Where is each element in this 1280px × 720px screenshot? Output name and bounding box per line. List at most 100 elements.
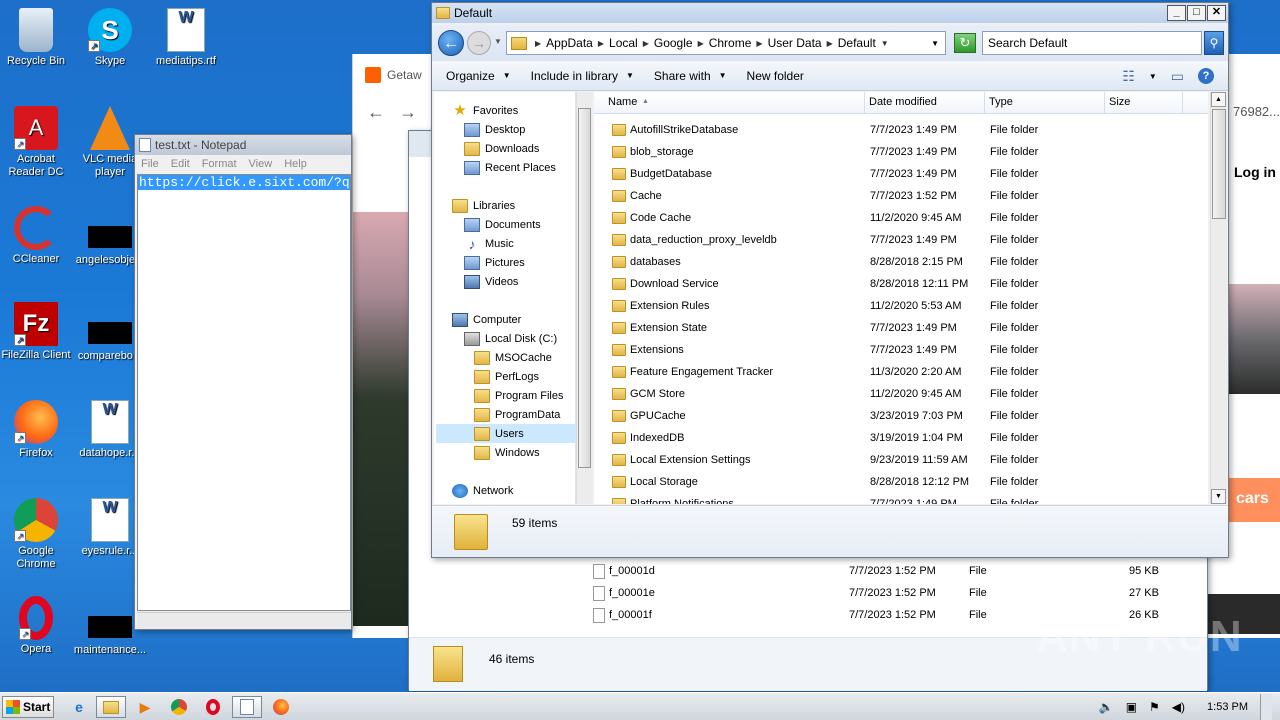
nav-msocache[interactable]: MSOCache [474, 348, 552, 367]
nav-downloads[interactable]: Downloads [464, 139, 539, 158]
speaker-icon[interactable]: 🔈 [1099, 700, 1114, 714]
breadcrumb-user-data[interactable]: User Data [768, 36, 822, 50]
menu-format[interactable]: Format [202, 158, 237, 170]
nav-users[interactable]: Users [436, 424, 575, 443]
firefox-icon[interactable] [266, 696, 296, 718]
search-icon[interactable]: ⚲ [1204, 31, 1224, 55]
login-link[interactable]: Log in [1234, 164, 1276, 180]
new-folder-button[interactable]: New folder [747, 69, 804, 83]
media-player-icon[interactable]: ▶ [130, 696, 160, 718]
folder-row[interactable]: Platform Notifications 7/7/2023 1:49 PM Fi… [594, 494, 1208, 504]
column-type[interactable]: Type [989, 96, 1013, 108]
folder-row[interactable]: Code Cache 11/2/2020 9:45 AM File folder [594, 208, 1208, 230]
browser-nav-buttons[interactable]: ←→ [367, 102, 431, 123]
file-list-scrollbar[interactable]: ▲ ▼ [1210, 92, 1227, 504]
folder-row[interactable]: data_reduction_proxy_leveldb 7/7/2023 1:4… [594, 230, 1208, 252]
desktop-icon-skype[interactable]: S ↗ Skype [72, 8, 148, 68]
start-button[interactable]: Start [2, 696, 54, 718]
ie-icon[interactable]: e [64, 696, 94, 718]
maximize-button[interactable]: □ [1187, 5, 1206, 21]
breadcrumb-chrome[interactable]: Chrome [709, 36, 752, 50]
scroll-thumb[interactable] [1212, 109, 1226, 219]
folder-row[interactable]: databases 8/28/2018 2:15 PM File folder [594, 252, 1208, 274]
nav-libraries[interactable]: Libraries [452, 196, 515, 215]
menu-file[interactable]: File [141, 158, 159, 170]
folder-row[interactable]: GCM Store 11/2/2020 9:45 AM File folder [594, 384, 1208, 406]
folder-row[interactable]: Local Extension Settings 9/23/2019 11:59 … [594, 450, 1208, 472]
navigation-scrollbar[interactable] [576, 92, 592, 504]
desktop-icon-ccleaner[interactable]: CCleaner [0, 206, 74, 266]
action-center-flag-icon[interactable]: ⚑ [1149, 700, 1160, 714]
nav-perflogs[interactable]: PerfLogs [474, 367, 539, 386]
file-list[interactable]: Name ▲ Date modified Type Size AutofillS… [594, 92, 1208, 504]
horizontal-scrollbar[interactable] [137, 612, 351, 629]
file-row[interactable]: f_00001e 7/7/2023 1:52 PM File 27 KB [593, 582, 1193, 604]
refresh-button[interactable]: ↻ [954, 33, 976, 53]
folder-row[interactable]: Local Storage 8/28/2018 12:12 PM File fold… [594, 472, 1208, 494]
scroll-thumb[interactable] [578, 108, 591, 468]
column-name[interactable]: Name [608, 96, 637, 108]
browser-url-tail[interactable]: 76982... [1233, 104, 1280, 119]
nav-computer[interactable]: Computer [452, 310, 521, 329]
desktop-icon-filezilla[interactable]: Fz ↗ FileZilla Client [0, 302, 74, 362]
nav-recent-places[interactable]: Recent Places [464, 158, 556, 177]
desktop-icon-chrome[interactable]: ↗ Google Chrome [0, 498, 74, 571]
desktop-icon-acrobat[interactable]: A ↗ Acrobat Reader DC [0, 106, 74, 179]
folder-row[interactable]: BudgetDatabase 7/7/2023 1:49 PM File folde… [594, 164, 1208, 186]
folder-row[interactable]: Feature Engagement Tracker 11/3/2020 2:20… [594, 362, 1208, 384]
nav-programdata[interactable]: ProgramData [474, 405, 560, 424]
search-input[interactable]: Search Default [982, 31, 1202, 55]
explorer-window[interactable]: Default _ □ ✕ ← → ▼ ▶ AppData ▶ Local ▶ … [431, 2, 1229, 558]
folder-row[interactable]: Extension State 7/7/2023 1:49 PM File fold… [594, 318, 1208, 340]
column-size[interactable]: Size [1109, 96, 1130, 108]
help-icon[interactable]: ? [1198, 68, 1214, 84]
close-button[interactable]: ✕ [1207, 5, 1226, 21]
menu-edit[interactable]: Edit [171, 158, 190, 170]
folder-row[interactable]: AutofillStrikeDatabase 7/7/2023 1:49 PM Fi… [594, 120, 1208, 142]
show-desktop-button[interactable] [1260, 694, 1272, 720]
notepad-icon[interactable] [232, 696, 262, 718]
file-row[interactable]: f_00001d 7/7/2023 1:52 PM File 95 KB [593, 560, 1193, 582]
share-with-button[interactable]: Share with ▼ [654, 69, 727, 83]
folder-row[interactable]: Extensions 7/7/2023 1:49 PM File folder [594, 340, 1208, 362]
breadcrumb-google[interactable]: Google [654, 36, 693, 50]
desktop-icon-opera[interactable]: ↗ Opera [0, 596, 74, 656]
folder-row[interactable]: GPUCache 3/23/2019 7:03 PM File folder [594, 406, 1208, 428]
folder-row[interactable]: Cache 7/7/2023 1:52 PM File folder [594, 186, 1208, 208]
navigation-pane[interactable]: ★ Favorites Desktop Downloads Recent Plac… [434, 92, 576, 504]
chrome-icon[interactable] [164, 696, 194, 718]
desktop-icon-recycle-bin[interactable]: Recycle Bin [0, 8, 74, 68]
folder-row[interactable]: IndexedDB 3/19/2019 1:04 PM File folder [594, 428, 1208, 450]
scroll-up-arrow-icon[interactable]: ▲ [1211, 92, 1226, 107]
nav-windows[interactable]: Windows [474, 443, 540, 462]
chevron-down-icon[interactable]: ▼ [1149, 72, 1157, 81]
folder-row[interactable]: Extension Rules 11/2/2020 5:53 AM File fol… [594, 296, 1208, 318]
menu-help[interactable]: Help [284, 158, 307, 170]
breadcrumb-local[interactable]: Local [609, 36, 638, 50]
folder-row[interactable]: blob_storage 7/7/2023 1:49 PM File folder [594, 142, 1208, 164]
notepad-window[interactable]: test.txt - Notepad File Edit Format View… [134, 134, 352, 630]
desktop-icon-firefox[interactable]: ↗ Firefox [0, 400, 74, 460]
nav-network[interactable]: Network [452, 481, 513, 500]
nav-favorites[interactable]: ★ Favorites [452, 101, 518, 120]
nav-desktop[interactable]: Desktop [464, 120, 525, 139]
cars-button[interactable]: cars [1228, 478, 1280, 522]
address-dropdown-icon[interactable]: ▼ [931, 39, 939, 48]
preview-pane-icon[interactable]: ▭ [1171, 68, 1184, 85]
nav-pictures[interactable]: Pictures [464, 253, 525, 272]
volume-icon[interactable]: ◀) [1172, 700, 1185, 714]
clock[interactable]: 1:53 PM [1207, 701, 1248, 713]
nav-documents[interactable]: Documents [464, 215, 541, 234]
desktop-icon-mediatips[interactable]: W mediatips.rtf [148, 8, 224, 68]
nav-music[interactable]: ♪ Music [464, 234, 514, 253]
menu-view[interactable]: View [249, 158, 273, 170]
explorer-titlebar[interactable]: Default [432, 3, 1228, 23]
view-options-icon[interactable]: ☷ [1122, 68, 1135, 85]
recent-pages-dropdown[interactable]: ▼ [494, 37, 502, 46]
organize-button[interactable]: Organize ▼ [446, 69, 511, 83]
explorer-icon[interactable] [96, 696, 126, 718]
breadcrumb-appdata[interactable]: AppData [546, 36, 593, 50]
opera-icon[interactable] [198, 696, 228, 718]
nav-videos[interactable]: Videos [464, 272, 518, 291]
nav-local-disk[interactable]: Local Disk (C:) [464, 329, 557, 348]
